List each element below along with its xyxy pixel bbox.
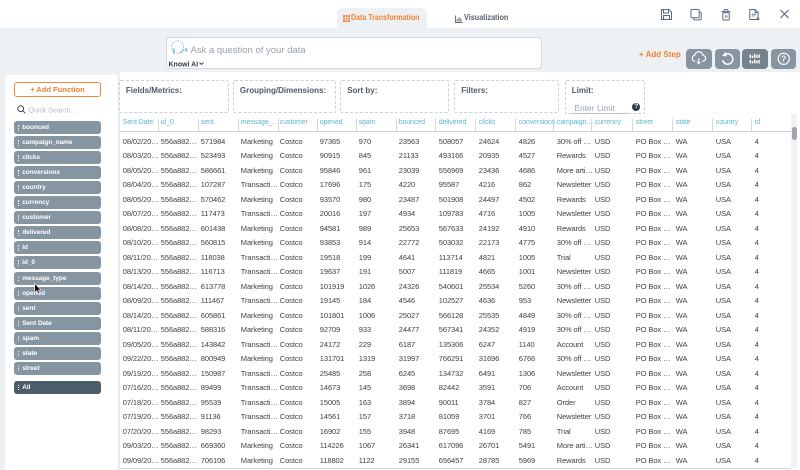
svg-text:?: ? — [781, 54, 786, 63]
